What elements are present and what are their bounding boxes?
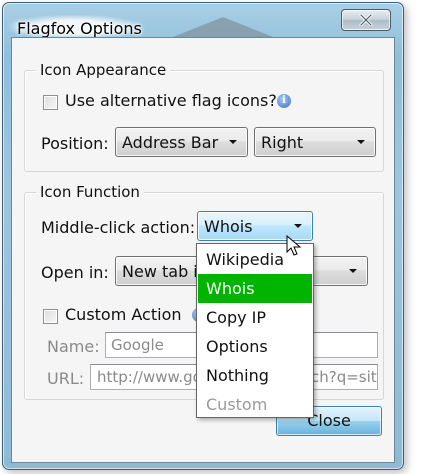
icon-function-title: Icon Function xyxy=(36,183,144,201)
chevron-down-icon xyxy=(357,140,365,144)
dropdown-option[interactable]: Options xyxy=(198,332,312,361)
window-close-button[interactable] xyxy=(341,9,391,31)
window-title: Flagfox Options xyxy=(17,19,142,38)
chevron-down-icon xyxy=(294,224,302,228)
url-value-start: http://www.go xyxy=(97,368,202,386)
dropdown-option[interactable]: Nothing xyxy=(198,361,312,390)
middle-click-label: Middle-click action: xyxy=(41,218,196,237)
chevron-down-icon xyxy=(349,269,357,273)
icon-appearance-title: Icon Appearance xyxy=(36,61,171,79)
dropdown-option-disabled: Custom xyxy=(206,395,268,414)
position-label: Position: xyxy=(41,134,109,153)
dropdown-option-selected[interactable]: Whois xyxy=(198,274,312,303)
title-bar[interactable]: Flagfox Options xyxy=(3,3,403,41)
alt-flag-checkbox[interactable] xyxy=(43,95,58,110)
chevron-down-icon xyxy=(229,140,237,144)
url-value-end: ch?q=sit xyxy=(311,368,377,386)
middle-click-dropdown-list[interactable]: Wikipedia Whois Copy IP Options Nothing … xyxy=(196,243,314,418)
mouse-cursor-icon xyxy=(286,235,302,256)
options-dialog: Flagfox Options Icon Appearance Use alte… xyxy=(2,2,404,470)
side-select[interactable]: Right xyxy=(254,127,376,157)
close-icon xyxy=(359,14,373,26)
open-in-label: Open in: xyxy=(41,263,109,282)
custom-action-label[interactable]: Custom Action xyxy=(65,305,182,324)
dropdown-option[interactable]: Copy IP xyxy=(198,303,312,332)
url-label: URL: xyxy=(47,369,85,388)
alt-flag-label[interactable]: Use alternative flag icons? xyxy=(65,91,277,110)
position-select[interactable]: Address Bar xyxy=(115,127,248,157)
name-label: Name: xyxy=(47,337,100,356)
side-select-value: Right xyxy=(261,133,304,152)
middle-click-select-value: Whois xyxy=(204,217,253,236)
custom-action-checkbox[interactable] xyxy=(43,309,58,324)
open-in-select-value: New tab in xyxy=(122,262,208,281)
position-select-value: Address Bar xyxy=(122,133,219,152)
info-icon[interactable]: i xyxy=(277,94,291,108)
